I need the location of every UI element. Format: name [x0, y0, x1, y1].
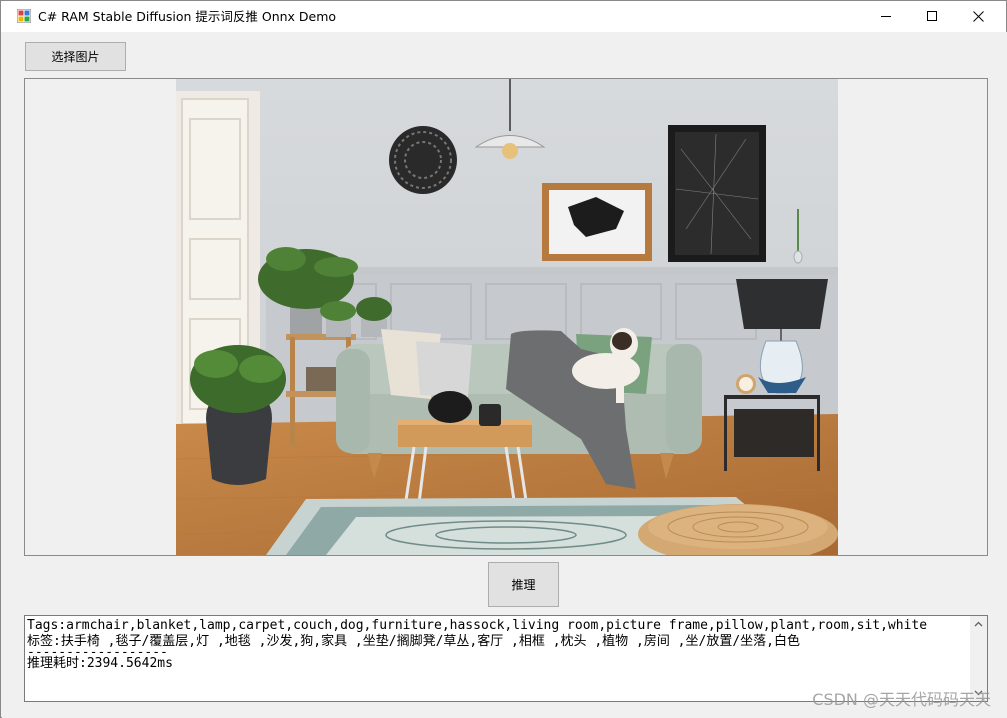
minimize-icon: [880, 16, 891, 17]
app-icon: [17, 9, 31, 23]
maximize-icon: [926, 11, 937, 21]
window-title: C# RAM Stable Diffusion 提示词反推 Onnx Demo: [38, 9, 337, 24]
maximize-button[interactable]: [909, 1, 955, 32]
tags-line: Tags:armchair,blanket,lamp,carpet,couch,…: [27, 618, 928, 633]
form-client-area: 选择图片 推理 Tags:armchair,blanket,lamp,carpe…: [2, 32, 1007, 718]
scroll-up-icon[interactable]: [970, 616, 987, 633]
result-text: Tags:armchair,blanket,lamp,carpet,couch,…: [27, 618, 969, 672]
title-bar[interactable]: C# RAM Stable Diffusion 提示词反推 Onnx Demo: [1, 1, 1006, 32]
close-icon: [972, 11, 984, 22]
living-room-photo: [176, 79, 838, 555]
select-image-button[interactable]: 选择图片: [25, 42, 126, 71]
app-window: C# RAM Stable Diffusion 提示词反推 Onnx Demo …: [0, 0, 1007, 718]
inference-time-line: 推理耗时:2394.5642ms: [27, 656, 173, 671]
close-button[interactable]: [955, 1, 1001, 32]
image-preview-box: [24, 78, 988, 556]
infer-button[interactable]: 推理: [488, 562, 559, 607]
minimize-button[interactable]: [863, 1, 909, 32]
csdn-watermark: CSDN @天天代码码天天: [812, 690, 991, 709]
labels-line: 标签:扶手椅 ,毯子/覆盖层,灯 ,地毯 ,沙发,狗,家具 ,坐垫/搁脚凳/草丛…: [27, 634, 800, 649]
